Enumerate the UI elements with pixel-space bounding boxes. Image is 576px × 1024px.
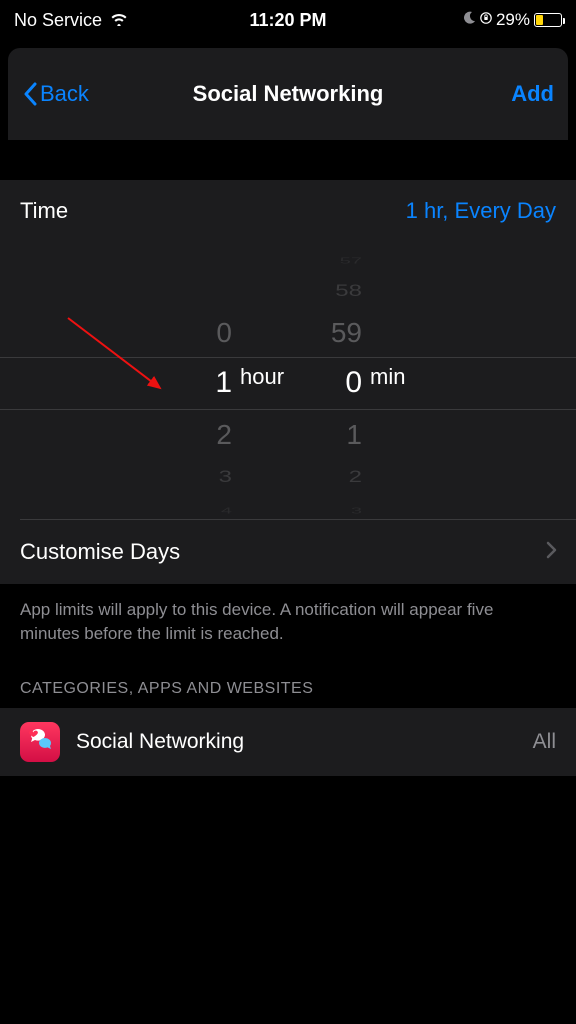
page-title: Social Networking	[193, 81, 384, 107]
wheel-item: 3	[219, 460, 232, 495]
wifi-icon	[110, 10, 128, 31]
section-header: CATEGORIES, APPS AND WEBSITES	[0, 674, 576, 708]
chevron-left-icon	[22, 82, 38, 106]
category-label: Social Networking	[76, 730, 517, 754]
time-label: Time	[20, 198, 68, 224]
back-label: Back	[40, 81, 89, 107]
time-section: Time 1 hr, Every Day 0 1 2 3 4 hour 57 5…	[0, 180, 576, 584]
status-bar: No Service 11:20 PM 29%	[0, 0, 576, 40]
wheel-item: 3	[351, 501, 362, 519]
wheel-item-selected: 1	[215, 358, 232, 408]
dnd-icon	[462, 10, 476, 30]
hour-unit: hour	[240, 364, 284, 390]
social-networking-icon	[20, 722, 60, 762]
hour-wheel[interactable]: 0 1 2 3 4 hour	[158, 244, 288, 519]
footer-text: App limits will apply to this device. A …	[0, 584, 576, 674]
customise-days-label: Customise Days	[20, 539, 180, 565]
wheel-item: 1	[346, 410, 362, 460]
minute-unit: min	[370, 364, 405, 390]
add-button[interactable]: Add	[511, 81, 554, 107]
wheel-item: 4	[221, 501, 232, 519]
lock-icon	[480, 10, 492, 30]
battery-percent: 29%	[496, 10, 530, 30]
time-value: 1 hr, Every Day	[406, 198, 556, 224]
category-value: All	[533, 730, 556, 754]
customise-days-row[interactable]: Customise Days	[0, 520, 576, 584]
minute-wheel[interactable]: 57 58 59 0 1 2 3 min	[288, 244, 418, 519]
chevron-right-icon	[546, 538, 558, 566]
back-button[interactable]: Back	[22, 81, 89, 107]
time-picker[interactable]: 0 1 2 3 4 hour 57 58 59 0 1 2 3 min	[0, 244, 576, 519]
time-row[interactable]: Time 1 hr, Every Day	[0, 180, 576, 244]
wheel-item: 58	[335, 274, 362, 309]
wheel-item: 0	[216, 308, 232, 358]
category-row[interactable]: Social Networking All	[0, 708, 576, 776]
nav-bar: Back Social Networking Add	[8, 48, 568, 140]
wheel-item-selected: 0	[345, 358, 362, 408]
wheel-item: 2	[216, 410, 232, 460]
carrier-label: No Service	[14, 10, 102, 31]
battery-icon	[534, 13, 562, 27]
wheel-item: 57	[340, 251, 362, 271]
wheel-item: 59	[331, 308, 362, 358]
wheel-item: 2	[349, 460, 362, 495]
status-time: 11:20 PM	[249, 10, 326, 31]
